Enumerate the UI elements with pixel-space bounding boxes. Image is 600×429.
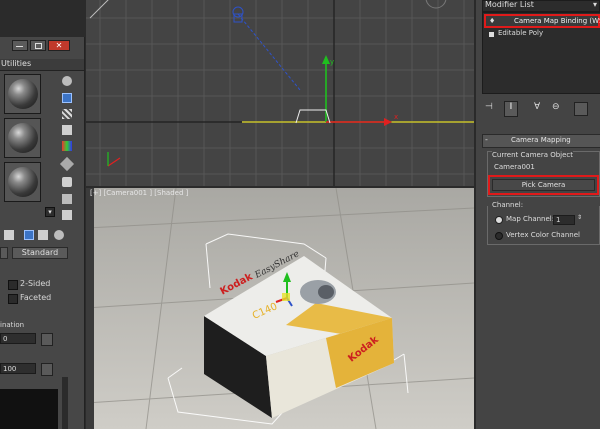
camera-target-line [237, 13, 301, 91]
map-channel-label: Map Channel: [506, 215, 555, 223]
stack-item-camera-map-binding[interactable]: ♦ Camera Map Binding (WS [484, 14, 600, 28]
make-preview-icon[interactable] [59, 156, 75, 172]
lightbulb-icon[interactable]: ♦ [489, 17, 495, 25]
camera-viewport[interactable]: [+] [Camera001 ] [Shaded ] Kodak EasySha… [86, 188, 474, 429]
poly-icon [489, 32, 494, 37]
chevron-down-icon: ▾ [592, 0, 597, 9]
box-top-outline [295, 109, 331, 124]
vertex-color-radio[interactable] [495, 232, 503, 240]
pick-camera-highlight: Pick Camera [488, 175, 599, 195]
rollout-title: Camera Mapping [511, 136, 571, 144]
map-slot-button-a[interactable] [41, 333, 53, 346]
map-channel-spinner[interactable]: 1 [553, 215, 575, 225]
window-controls: ✕ [8, 39, 82, 51]
options-icon[interactable] [62, 177, 72, 187]
select-by-material-icon[interactable] [62, 194, 72, 204]
show-map-icon[interactable] [24, 230, 34, 240]
make-unique-icon[interactable]: ∀ [534, 102, 540, 112]
restore-icon[interactable] [30, 40, 46, 51]
uv-tiling-icon[interactable] [62, 125, 72, 135]
get-material-icon[interactable] [4, 230, 14, 240]
stack-item-editable-poly[interactable]: Editable Poly [484, 29, 600, 40]
utilities-label[interactable]: Utilities [1, 59, 31, 68]
minimize-icon[interactable] [12, 40, 28, 51]
axis-tripod [107, 152, 121, 167]
group-label: Current Camera Object [492, 151, 574, 159]
remove-modifier-icon[interactable]: ⊖ [552, 102, 560, 112]
faceted-label: Faceted [20, 293, 52, 302]
pick-camera-button[interactable]: Pick Camera [492, 179, 595, 191]
camera-name: Camera001 [494, 163, 535, 171]
backlight-icon[interactable] [62, 93, 72, 103]
y-axis-label: y [330, 58, 335, 66]
color-swatch[interactable] [0, 389, 58, 429]
modifier-list-dropdown[interactable]: Modifier List ▾ [482, 0, 600, 12]
configure-modifier-sets-icon[interactable] [574, 102, 588, 116]
rollout-minus-icon: - [485, 135, 488, 144]
camera-viewport-scene [86, 188, 474, 429]
stack-item-label: Camera Map Binding (WS [514, 17, 600, 25]
camera-icon [232, 6, 244, 23]
modifier-list-label: Modifier List [485, 0, 534, 9]
pin-stack-icon[interactable]: ⊣ [485, 102, 493, 112]
two-sided-label: 2-Sided [20, 279, 51, 288]
x-axis-label: x [394, 113, 399, 121]
spinner-arrows-icon[interactable]: ⇕ [577, 214, 582, 221]
scroll-down-icon[interactable]: ▾ [45, 207, 55, 217]
video-color-check-icon[interactable] [62, 141, 72, 151]
stack-toolbar: ⊣ Ⅰ ∀ ⊖ [482, 101, 600, 117]
standard-button[interactable]: Standard [12, 247, 68, 259]
faceted-checkbox[interactable] [8, 294, 18, 304]
viewcube [89, 0, 447, 19]
top-viewport[interactable]: x y [86, 0, 474, 186]
map-channel-radio[interactable] [495, 216, 503, 224]
vertex-color-label: Vertex Color Channel [506, 231, 580, 239]
material-slot[interactable] [4, 74, 41, 114]
value-field-a[interactable]: 0 [0, 333, 36, 344]
section-label: ination [0, 321, 25, 329]
utilities-menu[interactable]: Utilities [0, 59, 84, 71]
modifier-stack[interactable]: ♦ Camera Map Binding (WS Editable Poly [482, 12, 600, 94]
command-panel: Modifier List ▾ ♦ Camera Map Binding (WS… [474, 0, 600, 429]
show-end-result-icon[interactable]: Ⅰ [504, 101, 518, 117]
channel-group [487, 206, 600, 245]
map-slot-button-b[interactable] [41, 363, 53, 376]
viewport-label[interactable]: [+] [Camera001 ] [Shaded ] [90, 189, 188, 197]
close-icon[interactable]: ✕ [48, 40, 70, 51]
material-navigator-icon[interactable] [62, 210, 72, 220]
go-to-parent-icon[interactable] [38, 230, 48, 240]
go-forward-sibling-icon[interactable] [54, 230, 64, 240]
material-name-field[interactable] [0, 247, 8, 259]
background-icon[interactable] [62, 109, 72, 119]
stack-item-label: Editable Poly [498, 29, 544, 37]
material-slot[interactable] [4, 162, 41, 202]
material-slot[interactable] [4, 118, 41, 158]
scrollbar[interactable] [62, 377, 68, 429]
value-field-b[interactable]: 100 [0, 363, 36, 374]
top-viewport-grid [86, 0, 474, 186]
rollout-header[interactable]: - Camera Mapping [482, 134, 600, 148]
sample-type-icon[interactable] [62, 76, 72, 86]
two-sided-checkbox[interactable] [8, 280, 18, 290]
material-editor-window: ✕ Utilities ▾ Standard 2-Sided Faceted i… [0, 37, 85, 429]
